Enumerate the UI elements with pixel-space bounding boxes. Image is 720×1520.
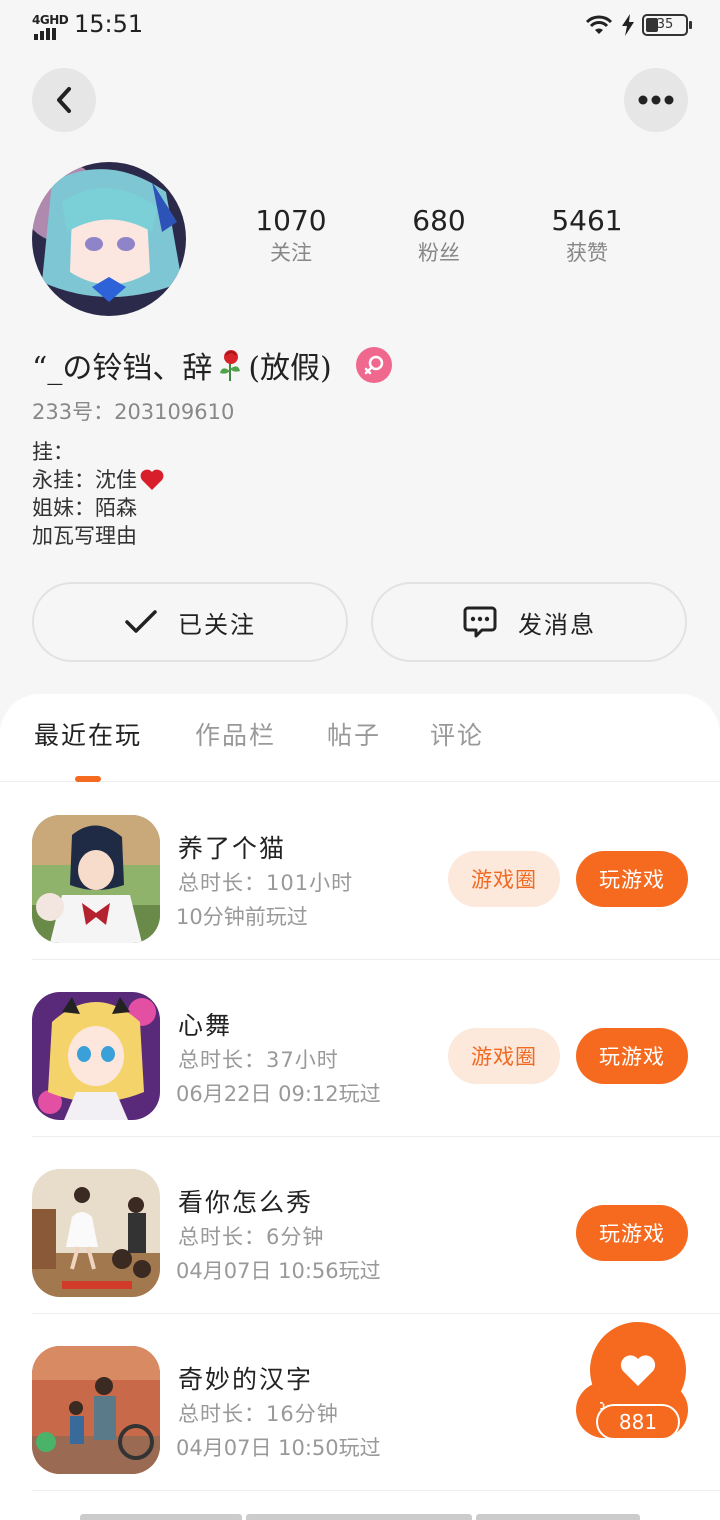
game-icon[interactable] <box>32 815 160 943</box>
game-icon[interactable] <box>32 992 160 1120</box>
game-name: 心舞 <box>178 1011 233 1040</box>
battery-icon: 35 <box>642 14 692 36</box>
nickname: “_の铃铛、辞 <box>32 351 213 386</box>
send-message-button[interactable]: 发消息 <box>371 582 687 662</box>
status-right: 35 <box>584 14 692 36</box>
stat-value: 680 <box>412 204 466 237</box>
stat-likes[interactable]: 5461 获赞 <box>522 204 652 268</box>
message-bubble-icon <box>463 606 497 638</box>
bio-line-with-heart: 永挂：沈佳 <box>32 466 165 494</box>
game-row[interactable]: 养了个猫 总时长：101小时 10分钟前玩过 游戏圈 玩游戏 <box>32 783 720 960</box>
stat-value: 5461 <box>551 204 623 237</box>
bio-line: 姐妹：陌森 <box>32 496 137 520</box>
avatar[interactable] <box>32 162 186 316</box>
game-last-played: 10分钟前玩过 <box>176 905 308 929</box>
followed-label: 已关注 <box>178 610 256 639</box>
clock: 15:51 <box>74 10 144 38</box>
tab-works[interactable]: 作品栏 <box>195 716 276 752</box>
game-row[interactable]: 看你怎么秀 总时长：6分钟 04月07日 10:56玩过 玩游戏 <box>32 1137 720 1314</box>
user-id: 233号：203109610 <box>32 400 235 424</box>
play-game-button[interactable]: 玩游戏 <box>576 851 688 907</box>
play-game-button[interactable]: 玩游戏 <box>576 1205 688 1261</box>
signal-icon <box>34 28 56 40</box>
charging-icon <box>622 14 634 36</box>
tab-posts[interactable]: 帖子 <box>327 716 381 752</box>
game-icon[interactable] <box>32 1169 160 1297</box>
rose-icon <box>220 350 241 381</box>
nickname-suffix: (放假) <box>248 351 332 386</box>
game-circle-button[interactable]: 游戏圈 <box>448 851 560 907</box>
game-name: 看你怎么秀 <box>178 1188 314 1217</box>
game-icon[interactable] <box>32 1346 160 1474</box>
stat-label: 粉丝 <box>418 241 460 265</box>
game-last-played: 04月07日 10:50玩过 <box>176 1436 381 1460</box>
back-button[interactable] <box>32 68 96 132</box>
followed-button[interactable]: 已关注 <box>32 582 348 662</box>
tab-indicator <box>75 776 101 782</box>
game-name: 养了个猫 <box>178 834 287 863</box>
more-dots-icon <box>638 95 674 105</box>
like-count: 881 <box>596 1404 680 1440</box>
stat-following[interactable]: 1070 关注 <box>226 204 356 268</box>
chevron-left-icon <box>57 87 71 113</box>
stat-label: 关注 <box>270 241 312 265</box>
status-bar: 4GHD 15:51 35 <box>0 0 720 52</box>
game-duration: 总时长：16分钟 <box>178 1402 339 1426</box>
bio-line: 挂： <box>32 440 74 464</box>
female-gender-icon <box>355 347 392 383</box>
stat-value: 1070 <box>255 204 327 237</box>
game-duration: 总时长：37小时 <box>178 1048 339 1072</box>
stat-label: 获赞 <box>566 241 608 265</box>
tab-bar: 最近在玩 作品栏 帖子 评论 <box>0 694 720 782</box>
game-name: 奇妙的汉字 <box>178 1365 314 1394</box>
game-row[interactable]: 心舞 总时长：37小时 06月22日 09:12玩过 游戏圈 玩游戏 <box>32 960 720 1137</box>
game-duration: 总时长：6分钟 <box>178 1225 325 1249</box>
game-duration: 总时长：101小时 <box>178 871 354 895</box>
bio: 挂： 永挂：沈佳 姐妹：陌森 加瓦写理由 <box>32 438 165 550</box>
network-indicator: 4GHD <box>32 13 69 40</box>
game-last-played: 06月22日 09:12玩过 <box>176 1082 381 1106</box>
stat-followers[interactable]: 680 粉丝 <box>374 204 504 268</box>
send-message-label: 发消息 <box>518 610 596 639</box>
red-heart-icon <box>140 469 164 490</box>
tab-comments[interactable]: 评论 <box>430 716 484 752</box>
play-game-button[interactable]: 玩游戏 <box>576 1028 688 1084</box>
battery-level: 35 <box>656 17 674 32</box>
more-button[interactable] <box>624 68 688 132</box>
check-icon <box>125 610 157 633</box>
bio-line: 永挂：沈佳 <box>32 468 137 492</box>
heart-icon <box>620 1355 656 1386</box>
wifi-icon <box>585 15 613 34</box>
tab-recently-played[interactable]: 最近在玩 <box>34 716 142 752</box>
game-last-played: 04月07日 10:56玩过 <box>176 1259 381 1283</box>
bio-line: 加瓦写理由 <box>32 524 137 548</box>
network-label: 4GHD <box>32 13 69 27</box>
scroll-indicator <box>80 1514 640 1520</box>
game-circle-button[interactable]: 游戏圈 <box>448 1028 560 1084</box>
nickname-row: “_の铃铛、辞 (放假) <box>32 340 392 390</box>
